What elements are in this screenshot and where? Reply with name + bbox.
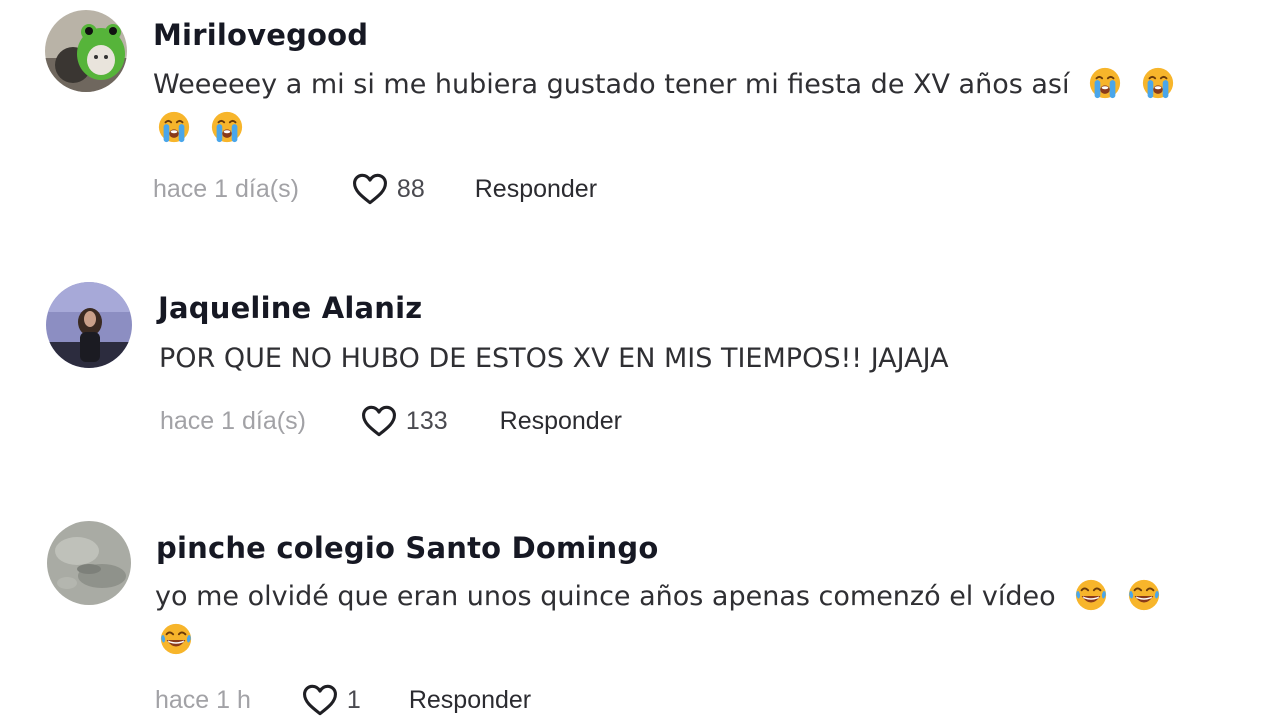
- comment-meta: hace 1 día(s) 88 Responder: [153, 170, 597, 208]
- comment-text: Weeeeey a mi si me hubiera gustado tener…: [153, 63, 1253, 151]
- face-with-tears-of-joy-icon: [159, 622, 193, 656]
- comment-username[interactable]: Mirilovegood: [153, 18, 368, 52]
- like-count: 88: [396, 174, 425, 203]
- reply-button[interactable]: Responder: [500, 407, 622, 436]
- loudly-crying-face-icon: [1088, 66, 1122, 100]
- face-with-tears-of-joy-icon: [1127, 578, 1161, 612]
- comment-text: yo me olvidé que eran unos quince años a…: [155, 575, 1255, 663]
- comment-item: pinche colegio Santo Domingo yo me olvid…: [0, 510, 1280, 720]
- avatar[interactable]: [45, 10, 127, 92]
- reply-button[interactable]: Responder: [409, 686, 531, 715]
- loudly-crying-face-icon: [1141, 66, 1175, 100]
- like-button[interactable]: 1: [301, 681, 361, 719]
- heart-icon[interactable]: [351, 170, 389, 208]
- comment-item: Mirilovegood Weeeeey a mi si me hubiera …: [0, 0, 1280, 230]
- avatar[interactable]: [47, 521, 131, 605]
- comment-meta: hace 1 h 1 Responder: [155, 681, 531, 719]
- heart-icon[interactable]: [360, 402, 398, 440]
- comment-username[interactable]: pinche colegio Santo Domingo: [156, 531, 658, 565]
- comment-item: Jaqueline Alaniz POR QUE NO HUBO DE ESTO…: [0, 270, 1280, 470]
- heart-icon[interactable]: [301, 681, 339, 719]
- avatar[interactable]: [46, 282, 132, 368]
- comment-timestamp: hace 1 día(s): [160, 406, 306, 435]
- like-button[interactable]: 133: [360, 402, 448, 440]
- comment-username[interactable]: Jaqueline Alaniz: [158, 291, 422, 325]
- comment-text-line: yo me olvidé que eran unos quince años a…: [155, 581, 1056, 612]
- like-count: 1: [346, 685, 361, 714]
- comment-timestamp: hace 1 día(s): [153, 174, 299, 203]
- comment-text: POR QUE NO HUBO DE ESTOS XV EN MIS TIEMP…: [159, 343, 949, 374]
- like-count: 133: [405, 406, 448, 435]
- loudly-crying-face-icon: [210, 110, 244, 144]
- face-with-tears-of-joy-icon: [1074, 578, 1108, 612]
- comment-text-line: Weeeeey a mi si me hubiera gustado tener…: [153, 69, 1070, 100]
- comment-timestamp: hace 1 h: [155, 685, 251, 714]
- comment-meta: hace 1 día(s) 133 Responder: [160, 402, 622, 440]
- reply-button[interactable]: Responder: [475, 175, 597, 204]
- loudly-crying-face-icon: [157, 110, 191, 144]
- like-button[interactable]: 88: [351, 170, 425, 208]
